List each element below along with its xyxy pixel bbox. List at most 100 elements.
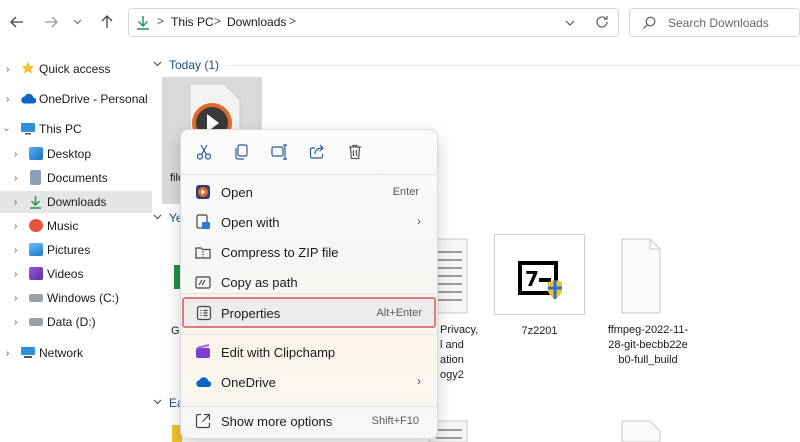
file-name: G [171, 325, 180, 337]
search-box[interactable]: Search Downloads [629, 8, 800, 37]
sidebar-item-this-pc[interactable]: › This PC [0, 118, 152, 140]
cloud-icon [21, 93, 36, 104]
refresh-icon[interactable] [595, 15, 609, 29]
breadcrumb-this-pc[interactable]: This PC [171, 15, 214, 29]
sidebar-item-downloads[interactable]: › Downloads [0, 191, 152, 213]
back-button[interactable] [6, 11, 28, 33]
chevron-down-icon[interactable] [153, 214, 162, 220]
delete-button[interactable] [344, 142, 366, 162]
sidebar-item-desktop[interactable]: › Desktop [0, 143, 152, 165]
menu-item-edit-clipchamp[interactable]: Edit with Clipchamp [187, 338, 433, 366]
group-header-today[interactable]: Today (1) [169, 58, 219, 72]
chevron-right-icon[interactable]: › [14, 149, 17, 160]
navigation-pane: › Quick access › OneDrive - Personal › T… [0, 52, 152, 442]
sidebar-item-pictures[interactable]: › Pictures [0, 239, 152, 261]
sidebar-item-label: Pictures [47, 243, 91, 257]
forward-arrow-icon [45, 16, 58, 28]
menu-item-compress-zip[interactable]: Compress to ZIP file [187, 238, 433, 266]
chevron-right-icon: › [417, 374, 421, 388]
sidebar-item-label: Documents [47, 171, 108, 185]
file-name-line: ogy2 [440, 369, 464, 381]
address-bar[interactable]: > This PC > Downloads > [128, 8, 619, 37]
sidebar-item-network[interactable]: › Network [0, 342, 152, 364]
recent-dropdown-button[interactable] [71, 11, 83, 33]
sidebar-item-quick-access[interactable]: › Quick access [0, 58, 152, 80]
menu-item-label: Open [221, 185, 253, 200]
rename-button[interactable] [269, 142, 291, 162]
menu-item-properties[interactable]: Properties Alt+Enter [182, 297, 436, 328]
sidebar-item-videos[interactable]: › Videos [0, 263, 152, 285]
chevron-right-icon[interactable]: › [14, 317, 17, 328]
sidebar-item-label: Quick access [39, 62, 111, 76]
file-name-line: ation [440, 354, 464, 366]
sidebar-item-label: Network [39, 346, 84, 360]
chevron-right-icon[interactable]: › [14, 245, 17, 256]
drive-icon [29, 294, 43, 302]
file-tile-7z2201[interactable]: 7 [494, 234, 585, 315]
cut-icon [196, 144, 212, 160]
desktop-icon [29, 147, 43, 160]
chevron-right-icon[interactable]: › [14, 173, 17, 184]
chevron-down-icon[interactable]: › [1, 127, 12, 130]
documents-icon [30, 170, 41, 185]
sidebar-item-music[interactable]: › Music [0, 215, 152, 237]
cut-button[interactable] [193, 142, 215, 162]
menu-item-onedrive[interactable]: OneDrive › [187, 368, 433, 396]
menu-item-show-more-options[interactable]: Show more options Shift+F10 [187, 407, 433, 435]
chevron-right-icon[interactable]: › [6, 64, 9, 75]
sidebar-item-data-d[interactable]: › Data (D:) [0, 311, 152, 333]
file-name: Privacy, l and ation ogy2 [440, 323, 500, 383]
up-button[interactable] [96, 11, 118, 33]
breadcrumb-separator: > [289, 14, 297, 28]
sidebar-item-documents[interactable]: › Documents [0, 167, 152, 189]
sevenzip-installer-icon: 7 [518, 261, 562, 299]
breadcrumb-downloads[interactable]: Downloads [227, 15, 286, 29]
clipchamp-icon [196, 344, 210, 358]
sidebar-item-windows-c[interactable]: › Windows (C:) [0, 287, 152, 309]
sidebar-item-onedrive[interactable]: › OneDrive - Personal [0, 88, 152, 110]
zip-folder-icon [195, 247, 211, 259]
open-with-icon [196, 214, 210, 229]
file-name: 7z2201 [521, 325, 558, 337]
media-player-icon [196, 185, 210, 199]
generic-file-icon[interactable] [621, 420, 661, 442]
chevron-right-icon[interactable]: › [14, 269, 17, 280]
file-name-line: 28-git-becbb22e [608, 339, 688, 351]
menu-separator [181, 174, 437, 175]
videos-icon [29, 267, 43, 280]
generic-file-icon[interactable] [621, 238, 661, 314]
menu-item-label: Edit with Clipchamp [221, 345, 336, 360]
menu-item-copy-as-path[interactable]: Copy as path [187, 268, 433, 296]
copy-button[interactable] [231, 142, 253, 162]
file-name-line: Privacy, [440, 324, 479, 336]
download-arrow-icon [137, 16, 149, 30]
share-icon [309, 144, 324, 159]
file-name: ffmpeg-2022-11- 28-git-becbb22e b0-full_… [596, 323, 700, 368]
rename-icon [271, 144, 287, 160]
chevron-right-icon[interactable]: › [14, 293, 17, 304]
chevron-down-icon [73, 19, 81, 25]
properties-icon [196, 305, 212, 321]
menu-item-open[interactable]: Open Enter [187, 178, 433, 206]
menu-item-shortcut: Enter [392, 186, 419, 198]
search-placeholder: Search Downloads [668, 16, 769, 30]
chevron-down-icon[interactable] [153, 61, 162, 67]
chevron-down-icon[interactable] [565, 20, 575, 26]
chevron-right-icon[interactable]: › [14, 197, 17, 208]
file-name-line: ffmpeg-2022-11- [607, 324, 689, 336]
sidebar-item-label: Videos [47, 267, 84, 281]
chevron-down-icon[interactable] [153, 399, 162, 405]
menu-separator [181, 293, 437, 294]
chevron-right-icon[interactable]: › [6, 94, 9, 105]
share-button[interactable] [306, 142, 328, 162]
sidebar-item-label: Desktop [47, 147, 92, 161]
copy-icon [235, 144, 248, 160]
chevron-right-icon[interactable]: › [14, 221, 17, 232]
menu-item-label: OneDrive [221, 375, 276, 390]
menu-item-open-with[interactable]: Open with › [187, 208, 433, 236]
drive-icon [29, 318, 43, 326]
context-menu: Open Enter Open with › Compress to ZIP f… [180, 129, 438, 439]
forward-button[interactable] [40, 11, 62, 33]
chevron-right-icon[interactable]: › [6, 348, 9, 359]
download-arrow-icon [30, 196, 41, 209]
